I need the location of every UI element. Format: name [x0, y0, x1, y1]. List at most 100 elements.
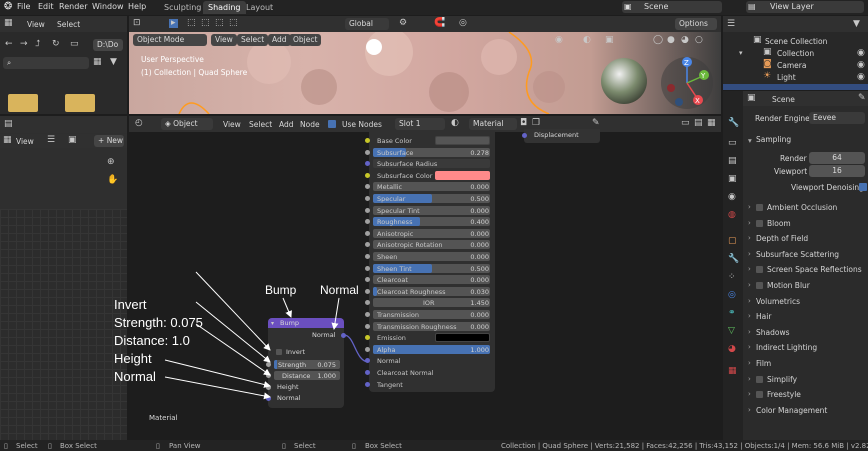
bsdf-row[interactable]: Clearcoat Normal	[365, 368, 493, 378]
property-section[interactable]: › Freestyle	[748, 388, 866, 401]
view-icon[interactable]: ▦	[707, 119, 716, 128]
bsdf-input-socket[interactable]	[365, 358, 370, 364]
texture-tab-icon[interactable]: ▦	[728, 367, 737, 376]
image-browse-icon[interactable]: ▣	[68, 136, 77, 145]
rendered-shading-icon[interactable]: ○	[695, 36, 703, 45]
expand-chevron-icon[interactable]: ›	[748, 265, 751, 273]
collapse-chevron-icon[interactable]: ▾	[271, 319, 274, 328]
expand-chevron-icon[interactable]: ›	[748, 343, 751, 351]
render-samples-field[interactable]: 64	[809, 152, 865, 164]
property-section[interactable]: › Shadows	[748, 326, 866, 339]
view-layer-selector[interactable]: ▤ View Layer	[746, 1, 864, 13]
bump-output-socket[interactable]	[341, 333, 346, 338]
property-section[interactable]: › Hair	[748, 310, 866, 323]
folder-icon[interactable]	[65, 94, 95, 112]
section-checkbox[interactable]	[756, 375, 763, 383]
pivot-icon[interactable]: ⚙	[399, 19, 407, 28]
shader-type-dropdown[interactable]: ◈ Object	[161, 118, 213, 130]
solid-shading-icon[interactable]: ●	[667, 36, 675, 45]
viewport-denoising-checkbox[interactable]	[859, 183, 867, 191]
height-socket[interactable]	[266, 385, 271, 390]
section-checkbox[interactable]	[756, 391, 763, 399]
slot-dropdown[interactable]: Slot 1	[395, 118, 445, 130]
property-section[interactable]: › Simplify	[748, 373, 866, 386]
vp-object-menu[interactable]: Object	[289, 34, 322, 46]
bump-node-header[interactable]: ▾ Bump	[268, 318, 344, 328]
property-section[interactable]: › Indirect Lighting	[748, 341, 866, 354]
menu-file[interactable]: File	[17, 2, 30, 11]
displacement-socket[interactable]	[522, 133, 527, 138]
bsdf-row[interactable]: Emission	[365, 333, 493, 343]
ie-view-menu[interactable]: View	[16, 137, 34, 146]
section-checkbox[interactable]	[756, 266, 763, 274]
vp-add-menu[interactable]: Add	[268, 34, 291, 46]
property-section[interactable]: › Screen Space Reflections	[748, 263, 866, 276]
visibility-icon[interactable]: ◉	[555, 36, 563, 45]
expand-chevron-icon[interactable]: ›	[748, 281, 751, 289]
render-engine-dropdown[interactable]: Eevee	[809, 112, 865, 124]
property-section[interactable]: › Volumetrics	[748, 295, 866, 308]
parent-dir-icon[interactable]: ⮥	[35, 40, 40, 49]
tool-icon[interactable]: ⬚	[187, 19, 196, 28]
use-nodes-checkbox[interactable]	[328, 120, 336, 128]
expand-chevron-icon[interactable]: ›	[748, 203, 751, 211]
editor-type-icon[interactable]: ▦	[4, 19, 13, 28]
tab-sculpting[interactable]: Sculpting	[159, 1, 206, 14]
expand-chevron-icon[interactable]: ›	[748, 359, 751, 367]
scene-tab-icon[interactable]: ◉	[728, 193, 736, 202]
outliner-editor-icon[interactable]: ☰	[727, 20, 735, 29]
tool-tab-icon[interactable]: 🔧	[728, 119, 739, 128]
new-folder-icon[interactable]: ▭	[70, 40, 79, 49]
bsdf-input-socket[interactable]	[365, 149, 370, 155]
bsdf-input-socket[interactable]	[365, 242, 370, 248]
bsdf-row[interactable]: Roughness 0.400	[365, 217, 493, 227]
folder-icon[interactable]	[8, 94, 38, 112]
outliner-camera[interactable]: Camera	[777, 61, 806, 70]
expand-chevron-icon[interactable]: ›	[748, 375, 751, 383]
material-shading-icon[interactable]: ◕	[681, 36, 689, 45]
bsdf-input-socket[interactable]	[365, 207, 370, 213]
property-section[interactable]: › Subsurface Scattering	[748, 248, 866, 261]
ne-add-menu[interactable]: Add	[279, 120, 294, 129]
bsdf-input-socket[interactable]	[365, 230, 370, 236]
blender-logo-icon[interactable]: ❂	[4, 1, 12, 12]
strength-field[interactable]: Strength 0.075	[274, 360, 340, 369]
bsdf-value-field[interactable]	[435, 170, 490, 180]
ne-view-menu[interactable]: View	[223, 120, 241, 129]
bsdf-input-socket[interactable]	[365, 265, 370, 271]
expand-chevron-icon[interactable]: ›	[748, 234, 751, 242]
view-layer-tab-icon[interactable]: ▣	[728, 175, 737, 184]
material-name-field[interactable]: Material	[469, 118, 517, 130]
zoom-icon[interactable]: ⊕	[107, 158, 115, 167]
tool-icon[interactable]: ⬚	[215, 19, 224, 28]
outliner-selected-row[interactable]	[723, 84, 868, 90]
options-button[interactable]: Options	[675, 18, 717, 30]
property-section[interactable]: › Film	[748, 357, 866, 370]
principled-bsdf-node[interactable]: Base Color Subsurface 0.278 Subsurface Radi…	[365, 132, 495, 392]
select-box-icon[interactable]: ▸	[169, 19, 178, 28]
invert-checkbox[interactable]	[276, 349, 282, 355]
expand-chevron-icon[interactable]: ▾	[739, 49, 743, 58]
property-section[interactable]: › Ambient Occlusion	[748, 201, 866, 214]
sampling-chevron-icon[interactable]: ▾	[748, 136, 752, 145]
expand-chevron-icon[interactable]: ›	[748, 406, 751, 414]
expand-chevron-icon[interactable]: ›	[748, 328, 751, 336]
new-image-button[interactable]: + New	[94, 135, 124, 147]
object-mode-dropdown[interactable]: Object Mode	[133, 34, 207, 46]
expand-chevron-icon[interactable]: ›	[748, 312, 751, 320]
menu-edit[interactable]: Edit	[38, 2, 54, 11]
snap-icon[interactable]: ▤	[694, 119, 703, 128]
viewport-samples-field[interactable]: 16	[809, 165, 865, 177]
tab-layout[interactable]: Layout	[241, 1, 278, 14]
material-tab-icon[interactable]: ◕	[728, 345, 736, 354]
section-checkbox[interactable]	[756, 204, 763, 211]
property-section[interactable]: › Color Management	[748, 404, 866, 417]
world-tab-icon[interactable]: ◍	[728, 211, 736, 220]
strength-socket[interactable]	[266, 362, 271, 367]
material-browse-icon[interactable]: ◐	[451, 119, 459, 128]
expand-chevron-icon[interactable]: ›	[748, 250, 751, 258]
bsdf-row[interactable]: Metallic 0.000	[365, 182, 493, 192]
node-editor-icon[interactable]: ◴	[135, 119, 143, 128]
fb-view-menu[interactable]: View	[27, 20, 45, 29]
vp-select-menu[interactable]: Select	[237, 34, 269, 46]
